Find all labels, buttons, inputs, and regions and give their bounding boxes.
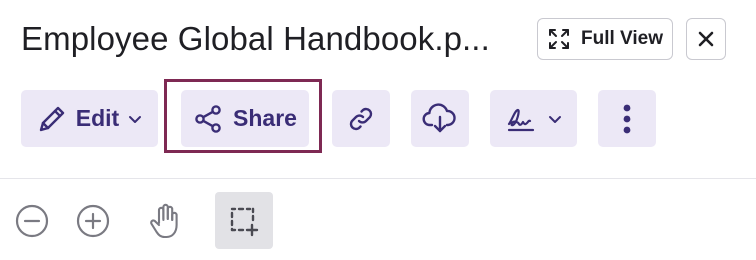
sign-chevron-icon bbox=[547, 111, 563, 127]
edit-button[interactable]: Edit bbox=[21, 90, 158, 147]
pencil-icon bbox=[36, 103, 68, 135]
full-view-button[interactable]: Full View bbox=[537, 18, 673, 60]
cloud-download-icon bbox=[422, 102, 458, 135]
close-button[interactable] bbox=[686, 18, 726, 60]
zoom-in-button[interactable] bbox=[64, 192, 122, 249]
link-icon bbox=[346, 104, 376, 134]
more-options-button[interactable] bbox=[598, 90, 656, 147]
copy-link-button[interactable] bbox=[332, 90, 390, 147]
edit-label: Edit bbox=[75, 105, 120, 131]
full-view-label: Full View bbox=[581, 28, 664, 49]
share-button-highlight bbox=[164, 79, 322, 153]
area-select-icon bbox=[227, 204, 261, 238]
zoom-out-icon bbox=[15, 204, 49, 238]
area-select-tool-button[interactable] bbox=[215, 192, 273, 249]
chevron-down-icon bbox=[127, 111, 143, 127]
zoom-in-icon bbox=[76, 204, 110, 238]
signature-icon bbox=[505, 103, 537, 135]
close-icon bbox=[696, 29, 716, 49]
download-button[interactable] bbox=[411, 90, 469, 147]
document-viewer-panel: Employee Global Handbook.p... Full View bbox=[0, 0, 756, 260]
document-title: Employee Global Handbook.p... bbox=[21, 20, 490, 57]
toolbar-divider bbox=[0, 178, 756, 179]
sign-button[interactable] bbox=[490, 90, 577, 147]
pan-tool-button[interactable] bbox=[136, 192, 194, 249]
zoom-out-button[interactable] bbox=[3, 192, 61, 249]
hand-icon bbox=[148, 203, 182, 239]
expand-icon bbox=[547, 27, 571, 51]
more-vertical-icon bbox=[623, 103, 631, 135]
